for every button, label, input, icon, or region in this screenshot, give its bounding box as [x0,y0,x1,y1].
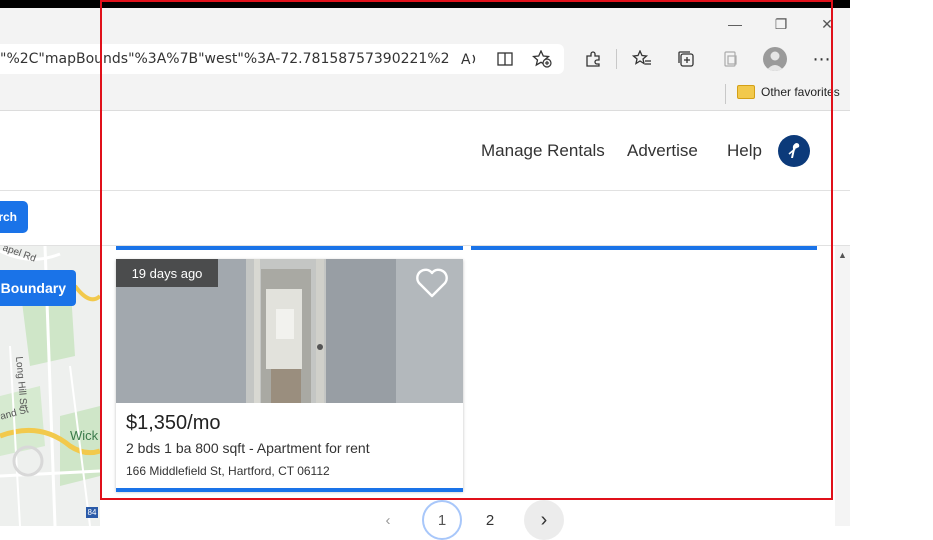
bird-logo-icon [788,143,800,158]
interstate-shield: 84 [86,507,98,518]
previous-card-bottom [116,246,463,250]
search-button[interactable]: rch [0,201,28,233]
listing-price: $1,350/mo [126,412,221,434]
previous-card-bottom [471,246,817,250]
top-strip [0,0,850,8]
collections-icon[interactable] [672,45,700,73]
profile-avatar[interactable] [763,47,787,71]
restore-button[interactable]: ❐ [758,8,804,40]
folder-icon [737,85,755,99]
svg-text:A: A [461,52,471,67]
favorites-bar [0,80,850,111]
listing-address: 166 Middlefield St, Hartford, CT 06112 [126,464,330,478]
person-icon [766,51,784,71]
minimize-button[interactable]: — [712,8,758,40]
scroll-up-arrow-icon[interactable]: ▲ [835,248,850,262]
favorites-separator [725,84,726,104]
nav-advertise[interactable]: Advertise [627,140,698,162]
listing-scrollbar[interactable] [835,246,850,526]
map-label-wick: Wick [70,428,99,443]
more-options-icon[interactable]: ⋯ [808,45,836,73]
sync-disabled-icon [716,45,744,73]
listing-specs: 2 bds 1 ba 800 sqft - Apartment for rent [126,440,370,456]
minimize-icon: — [728,16,742,32]
extensions-icon[interactable] [579,45,607,73]
boundary-button[interactable]: Boundary [0,270,76,306]
card-bottom-accent [116,488,463,492]
url-text[interactable]: "%2C"mapBounds"%3A%7B"west"%3A-72.781587… [0,51,450,67]
page-1-button[interactable]: 1 [422,500,462,540]
prev-page-button[interactable]: ‹ [368,500,408,540]
site-logo[interactable] [778,135,810,167]
favorite-heart-icon[interactable] [414,266,450,300]
read-aloud-icon[interactable]: A [456,45,484,73]
outside-window-area [850,0,933,526]
site-header [0,111,850,191]
other-favorites-link[interactable]: Other favorites [761,85,840,99]
next-page-button[interactable]: › [524,500,564,540]
nav-help[interactable]: Help [727,140,762,162]
favorites-icon[interactable] [628,45,656,73]
close-button[interactable]: ✕ [804,8,850,40]
age-badge: 19 days ago [116,259,218,287]
close-icon: ✕ [821,15,833,32]
toolbar-separator [616,49,617,69]
page-2-button[interactable]: 2 [470,500,510,540]
restore-icon: ❐ [774,15,788,32]
add-favorite-icon[interactable] [528,45,556,73]
nav-manage-rentals[interactable]: Manage Rentals [481,140,605,162]
search-row [0,191,850,246]
immersive-reader-icon[interactable] [492,45,520,73]
